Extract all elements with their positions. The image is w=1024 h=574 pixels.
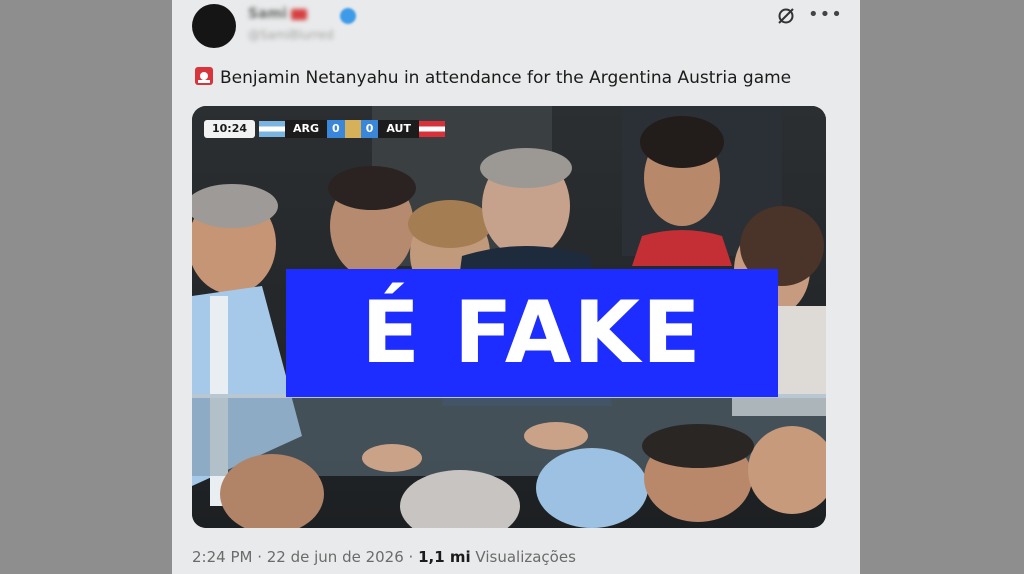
fake-label-banner: É FAKE (286, 269, 778, 397)
author-name-text[interactable]: Sami (248, 6, 287, 22)
tweet-card[interactable]: Sami @SamiBlurred ••• Benjamin Netanyahu… (172, 0, 860, 574)
tweet-text-content: Benjamin Netanyahu in attendance for the… (220, 68, 792, 88)
grok-icon[interactable] (776, 6, 796, 26)
trophy-icon (344, 120, 361, 138)
argentina-flag-icon (259, 121, 286, 137)
left-gutter (0, 0, 172, 574)
tweet-photo[interactable]: 10:24 ARG 0 0 AUT É FAKE (192, 106, 826, 528)
more-icon[interactable]: ••• (808, 4, 843, 25)
author-name[interactable]: Sami (248, 6, 307, 22)
verified-badge-icon (340, 8, 356, 24)
fake-label-text: É FAKE (361, 283, 703, 383)
home-score: 0 (327, 120, 345, 138)
match-clock: 10:24 (204, 120, 256, 138)
austria-flag-icon (418, 121, 445, 137)
home-team: ARG (285, 120, 328, 138)
tweet-text: Benjamin Netanyahu in attendance for the… (194, 66, 791, 88)
siren-emoji-icon (195, 67, 213, 85)
author-handle[interactable]: @SamiBlurred (248, 28, 334, 42)
flag-emoji-icon (290, 8, 307, 20)
tweet-meta: 2:24 PM · 22 de jun de 2026 · 1,1 mi Vis… (192, 548, 576, 566)
scoreboard: 10:24 ARG 0 0 AUT (204, 120, 445, 138)
right-gutter (860, 0, 1024, 574)
avatar[interactable] (192, 4, 236, 48)
away-score: 0 (360, 120, 379, 138)
tweet-timestamp[interactable]: 2:24 PM · 22 de jun de 2026 · (192, 548, 418, 566)
away-team: AUT (378, 120, 419, 138)
view-count: 1,1 mi (418, 548, 471, 566)
view-count-label: Visualizações (470, 548, 576, 566)
